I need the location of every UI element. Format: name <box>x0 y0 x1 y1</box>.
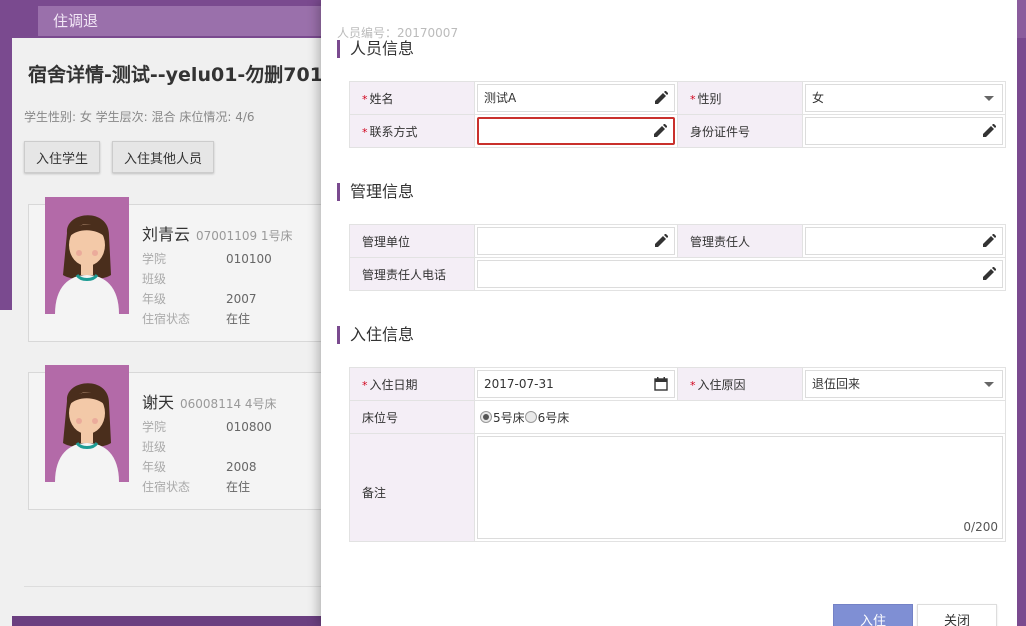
section-title-management: 管理信息 <box>337 183 414 201</box>
contact-input[interactable] <box>477 117 675 145</box>
checkin-date-value: 2017-07-31 <box>484 377 554 391</box>
detail-label: 住宿状态 <box>142 312 191 326</box>
pencil-icon <box>654 124 667 137</box>
tab-label: 住调退 <box>53 12 99 30</box>
detail-value: 010800 <box>226 420 272 434</box>
contact-label: * 联系方式 <box>349 114 475 148</box>
section-title-person: 人员信息 <box>337 40 414 58</box>
person-info-form: * 姓名 测试A * 性别 女 * 联系方式 身份证件号 <box>349 81 1006 148</box>
checkin-student-button[interactable]: 入住学生 <box>24 141 101 173</box>
required-mark: * <box>690 378 696 392</box>
resident-details: 学院 010800 班级 年级 2008 住宿状态 在住 <box>142 417 272 497</box>
unit-input[interactable] <box>477 227 675 255</box>
detail-label: 住宿状态 <box>142 480 191 494</box>
notes-textarea[interactable]: 0/200 <box>477 436 1003 539</box>
char-counter: 0/200 <box>963 520 998 534</box>
owner-phone-label: 管理责任人电话 <box>349 257 475 291</box>
bed-radio-6[interactable] <box>524 411 537 423</box>
checkin-submit-button[interactable]: 入住 <box>833 604 913 626</box>
section-title-checkin: 入住信息 <box>337 326 414 344</box>
resident-details: 学院 010100 班级 年级 2007 住宿状态 在住 <box>142 249 272 329</box>
id-number-input[interactable] <box>805 117 1003 145</box>
id-number-label: 身份证件号 <box>677 114 803 148</box>
bed-radio-5[interactable] <box>480 411 492 423</box>
owner-input[interactable] <box>805 227 1003 255</box>
resident-code: 07001109 1号床 <box>196 229 293 243</box>
pencil-icon <box>655 234 668 247</box>
bed-radio-group: 5号床 6号床 <box>477 409 1003 426</box>
detail-label: 年级 <box>142 292 167 306</box>
scrollbar[interactable] <box>1017 0 1026 626</box>
required-mark: * <box>362 125 368 139</box>
close-button[interactable]: 关闭 <box>917 604 997 626</box>
detail-label: 学院 <box>142 252 167 266</box>
owner-label: 管理责任人 <box>677 224 803 258</box>
checkin-date-input[interactable]: 2017-07-31 <box>477 370 675 398</box>
name-input[interactable]: 测试A <box>477 84 675 112</box>
checkin-drawer: 人员编号：20170007 人员信息 * 姓名 测试A * 性别 女 * 联系方式 <box>321 0 1017 626</box>
required-mark: * <box>690 92 696 106</box>
bed-option-label: 5号床 <box>493 410 525 425</box>
detail-label: 班级 <box>142 440 167 454</box>
dorm-summary: 学生性别: 女 学生层次: 混合 床位情况: 4/6 <box>24 110 255 124</box>
required-mark: * <box>362 92 368 106</box>
resident-code: 06008114 4号床 <box>180 397 277 411</box>
name-value: 测试A <box>484 91 517 105</box>
gender-label: * 性别 <box>677 81 803 115</box>
checkin-date-label: * 入住日期 <box>349 367 475 401</box>
pencil-icon <box>983 234 996 247</box>
calendar-icon[interactable] <box>654 377 668 391</box>
checkin-reason-select[interactable]: 退伍回来 <box>805 370 1003 398</box>
checkin-info-form: * 入住日期 2017-07-31 * 入住原因 退伍回来 床位号 5号床 6号床 <box>349 367 1006 542</box>
chevron-down-icon <box>984 96 994 101</box>
pencil-icon <box>983 124 996 137</box>
checkin-other-button[interactable]: 入住其他人员 <box>112 141 215 173</box>
page-title: 宿舍详情-测试--yelu01-勿删701 <box>28 64 323 86</box>
unit-label: 管理单位 <box>349 224 475 258</box>
name-label: * 姓名 <box>349 81 475 115</box>
detail-label: 班级 <box>142 272 167 286</box>
detail-label: 学院 <box>142 420 167 434</box>
gender-value: 女 <box>812 91 825 105</box>
resident-name: 刘青云 <box>142 225 191 244</box>
checkin-reason-value: 退伍回来 <box>812 377 861 391</box>
notes-label: 备注 <box>349 433 475 542</box>
resident-name: 谢天 <box>142 393 175 412</box>
detail-value: 2007 <box>226 292 257 306</box>
detail-label: 年级 <box>142 460 167 474</box>
avatar <box>45 197 129 314</box>
required-mark: * <box>362 378 368 392</box>
bed-number-label: 床位号 <box>349 400 475 434</box>
gender-select[interactable]: 女 <box>805 84 1003 112</box>
tab-checkin-transfer-checkout[interactable]: 住调退 <box>38 6 338 36</box>
pencil-icon <box>655 91 668 104</box>
detail-value: 在住 <box>226 312 251 326</box>
pencil-icon <box>983 267 996 280</box>
detail-value: 2008 <box>226 460 257 474</box>
owner-phone-input[interactable] <box>477 260 1003 288</box>
detail-value: 010100 <box>226 252 272 266</box>
checkin-reason-label: * 入住原因 <box>677 367 803 401</box>
detail-value: 在住 <box>226 480 251 494</box>
bed-option-label: 6号床 <box>537 410 570 425</box>
management-info-form: 管理单位 管理责任人 管理责任人电话 <box>349 224 1006 291</box>
avatar <box>45 365 129 482</box>
chevron-down-icon <box>984 382 994 387</box>
